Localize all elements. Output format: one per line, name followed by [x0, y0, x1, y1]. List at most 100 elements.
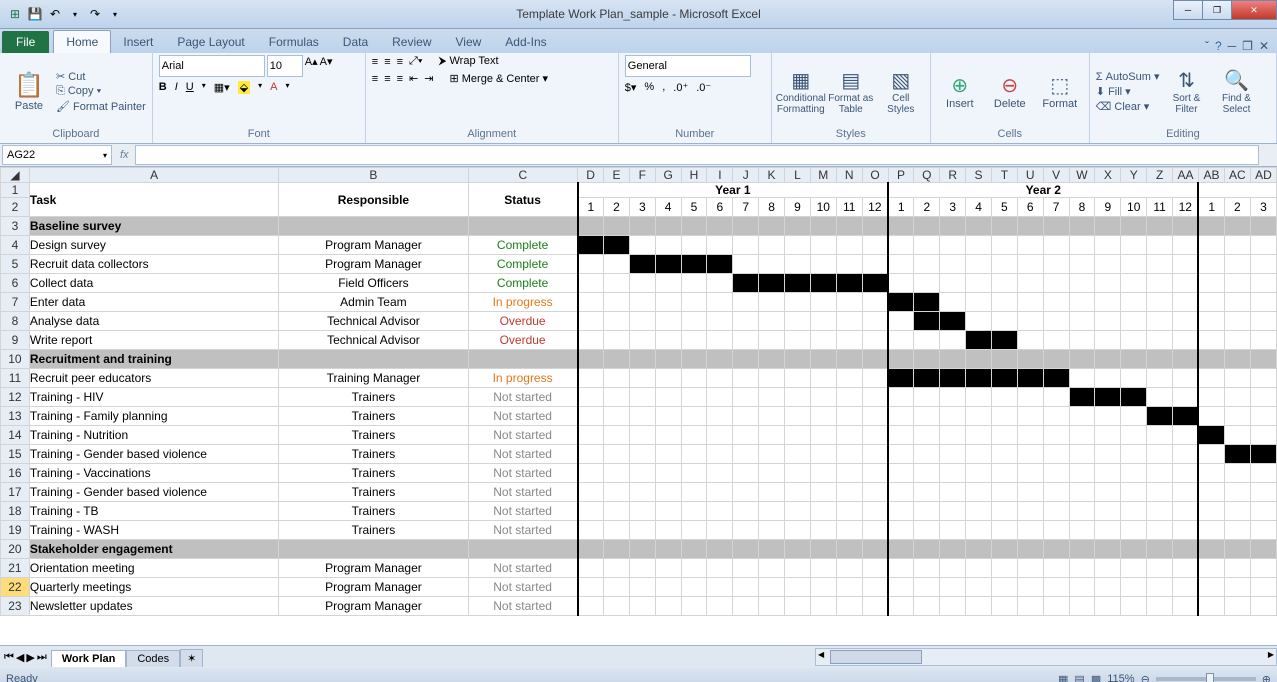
gantt-cell[interactable] — [1095, 369, 1121, 388]
responsible-cell[interactable]: Trainers — [279, 502, 468, 521]
gantt-cell[interactable] — [1017, 293, 1043, 312]
section-header[interactable]: Baseline survey — [29, 217, 278, 236]
gantt-cell[interactable] — [578, 502, 604, 521]
gantt-cell[interactable] — [604, 559, 630, 578]
task-cell[interactable]: Training - Gender based violence — [29, 483, 278, 502]
gantt-cell[interactable] — [940, 502, 966, 521]
formula-input[interactable] — [135, 145, 1259, 165]
gantt-cell[interactable] — [681, 521, 707, 540]
gantt-cell[interactable] — [733, 426, 759, 445]
col-header-R[interactable]: R — [940, 168, 966, 183]
gantt-cell[interactable] — [707, 407, 733, 426]
gantt-cell[interactable] — [1069, 445, 1095, 464]
col-header-Y[interactable]: Y — [1121, 168, 1147, 183]
gantt-cell[interactable] — [1250, 445, 1276, 464]
gantt-cell[interactable] — [888, 578, 914, 597]
gantt-cell[interactable] — [1147, 388, 1173, 407]
gantt-cell[interactable] — [604, 426, 630, 445]
sheet-nav-last[interactable]: ⏭ — [37, 651, 47, 664]
clear-button[interactable]: ⌫ Clear ▾ — [1096, 100, 1160, 113]
gantt-cell[interactable] — [1121, 483, 1147, 502]
row-header-9[interactable]: 9 — [1, 331, 30, 350]
gantt-cell[interactable] — [733, 578, 759, 597]
gantt-cell[interactable] — [836, 255, 862, 274]
decrease-font-button[interactable]: A▾ — [320, 55, 333, 77]
gantt-cell[interactable] — [836, 464, 862, 483]
task-cell[interactable]: Training - Nutrition — [29, 426, 278, 445]
italic-button[interactable]: I — [175, 81, 178, 94]
gantt-cell[interactable] — [655, 521, 681, 540]
gantt-cell[interactable] — [862, 559, 888, 578]
save-button[interactable]: 💾 — [26, 5, 44, 23]
gantt-cell[interactable] — [966, 388, 992, 407]
gantt-cell[interactable] — [681, 597, 707, 616]
gantt-cell[interactable] — [759, 483, 785, 502]
gantt-cell[interactable] — [784, 407, 810, 426]
col-header-AD[interactable]: AD — [1250, 168, 1276, 183]
gantt-cell[interactable] — [888, 559, 914, 578]
row-header-4[interactable]: 4 — [1, 236, 30, 255]
gantt-cell[interactable] — [836, 521, 862, 540]
responsible-cell[interactable]: Trainers — [279, 445, 468, 464]
gantt-cell[interactable] — [1224, 445, 1250, 464]
gantt-cell[interactable] — [733, 483, 759, 502]
gantt-cell[interactable] — [991, 483, 1017, 502]
task-cell[interactable]: Analyse data — [29, 312, 278, 331]
font-color-button[interactable]: A — [270, 81, 277, 94]
gantt-cell[interactable] — [810, 255, 836, 274]
zoom-slider[interactable] — [1156, 677, 1256, 681]
gantt-cell[interactable] — [862, 578, 888, 597]
gantt-cell[interactable] — [1095, 502, 1121, 521]
gantt-cell[interactable] — [966, 483, 992, 502]
gantt-cell[interactable] — [1121, 293, 1147, 312]
copy-button[interactable]: ⎘ Copy ▾ — [56, 85, 146, 98]
gantt-cell[interactable] — [914, 293, 940, 312]
gantt-cell[interactable] — [1147, 274, 1173, 293]
row-header-23[interactable]: 23 — [1, 597, 30, 616]
gantt-cell[interactable] — [1069, 369, 1095, 388]
gantt-cell[interactable] — [655, 312, 681, 331]
gantt-cell[interactable] — [759, 369, 785, 388]
gantt-cell[interactable] — [681, 388, 707, 407]
gantt-cell[interactable] — [1069, 464, 1095, 483]
gantt-cell[interactable] — [810, 312, 836, 331]
responsible-cell[interactable]: Trainers — [279, 464, 468, 483]
gantt-cell[interactable] — [655, 559, 681, 578]
status-cell[interactable]: Not started — [468, 502, 578, 521]
gantt-cell[interactable] — [810, 559, 836, 578]
gantt-cell[interactable] — [1017, 312, 1043, 331]
zoom-out-button[interactable]: ⊖ — [1141, 673, 1150, 682]
gantt-cell[interactable] — [604, 255, 630, 274]
align-bottom-button[interactable]: ≡ — [397, 56, 403, 68]
gantt-cell[interactable] — [1069, 236, 1095, 255]
status-cell[interactable]: Complete — [468, 255, 578, 274]
task-cell[interactable]: Quarterly meetings — [29, 578, 278, 597]
gantt-cell[interactable] — [836, 483, 862, 502]
task-cell[interactable]: Collect data — [29, 274, 278, 293]
gantt-cell[interactable] — [836, 578, 862, 597]
task-cell[interactable]: Write report — [29, 331, 278, 350]
status-cell[interactable]: Not started — [468, 597, 578, 616]
gantt-cell[interactable] — [1095, 293, 1121, 312]
row-header-10[interactable]: 10 — [1, 350, 30, 369]
gantt-cell[interactable] — [810, 236, 836, 255]
gantt-cell[interactable] — [810, 597, 836, 616]
gantt-cell[interactable] — [1095, 578, 1121, 597]
gantt-cell[interactable] — [629, 255, 655, 274]
gantt-cell[interactable] — [759, 502, 785, 521]
task-cell[interactable]: Training - HIV — [29, 388, 278, 407]
scrollbar-thumb[interactable] — [830, 650, 922, 664]
gantt-cell[interactable] — [604, 407, 630, 426]
gantt-cell[interactable] — [759, 597, 785, 616]
gantt-cell[interactable] — [991, 426, 1017, 445]
gantt-cell[interactable] — [1173, 502, 1199, 521]
gantt-cell[interactable] — [991, 578, 1017, 597]
gantt-cell[interactable] — [629, 559, 655, 578]
gantt-cell[interactable] — [1121, 502, 1147, 521]
gantt-cell[interactable] — [629, 464, 655, 483]
gantt-cell[interactable] — [1224, 407, 1250, 426]
gantt-cell[interactable] — [966, 293, 992, 312]
undo-button[interactable]: ↶ — [46, 5, 64, 23]
col-header-T[interactable]: T — [991, 168, 1017, 183]
fill-button[interactable]: ⬇ Fill ▾ — [1096, 85, 1160, 98]
